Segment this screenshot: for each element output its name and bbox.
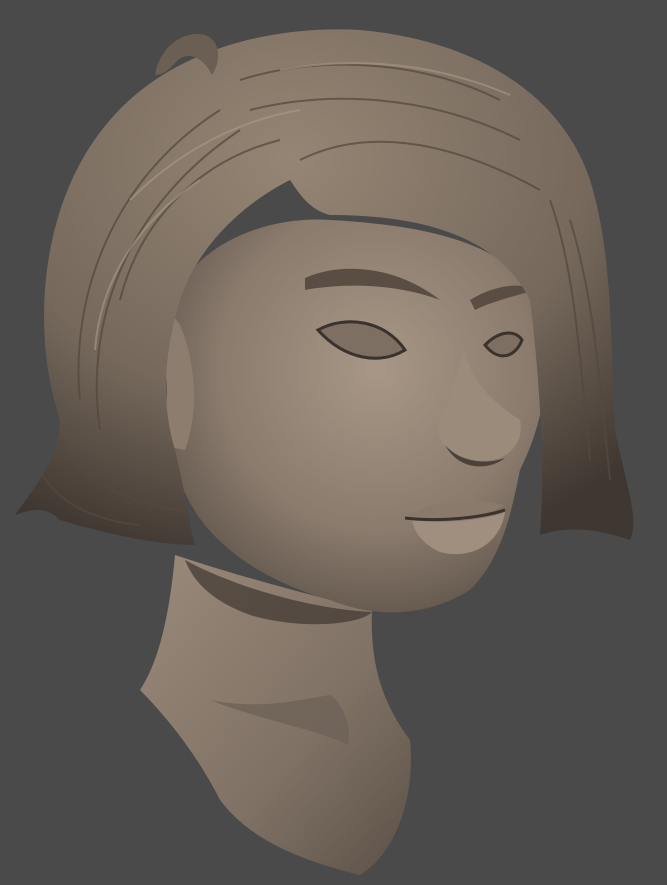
sculpt-viewport[interactable] — [0, 0, 667, 885]
sculpt-render — [15, 29, 634, 875]
